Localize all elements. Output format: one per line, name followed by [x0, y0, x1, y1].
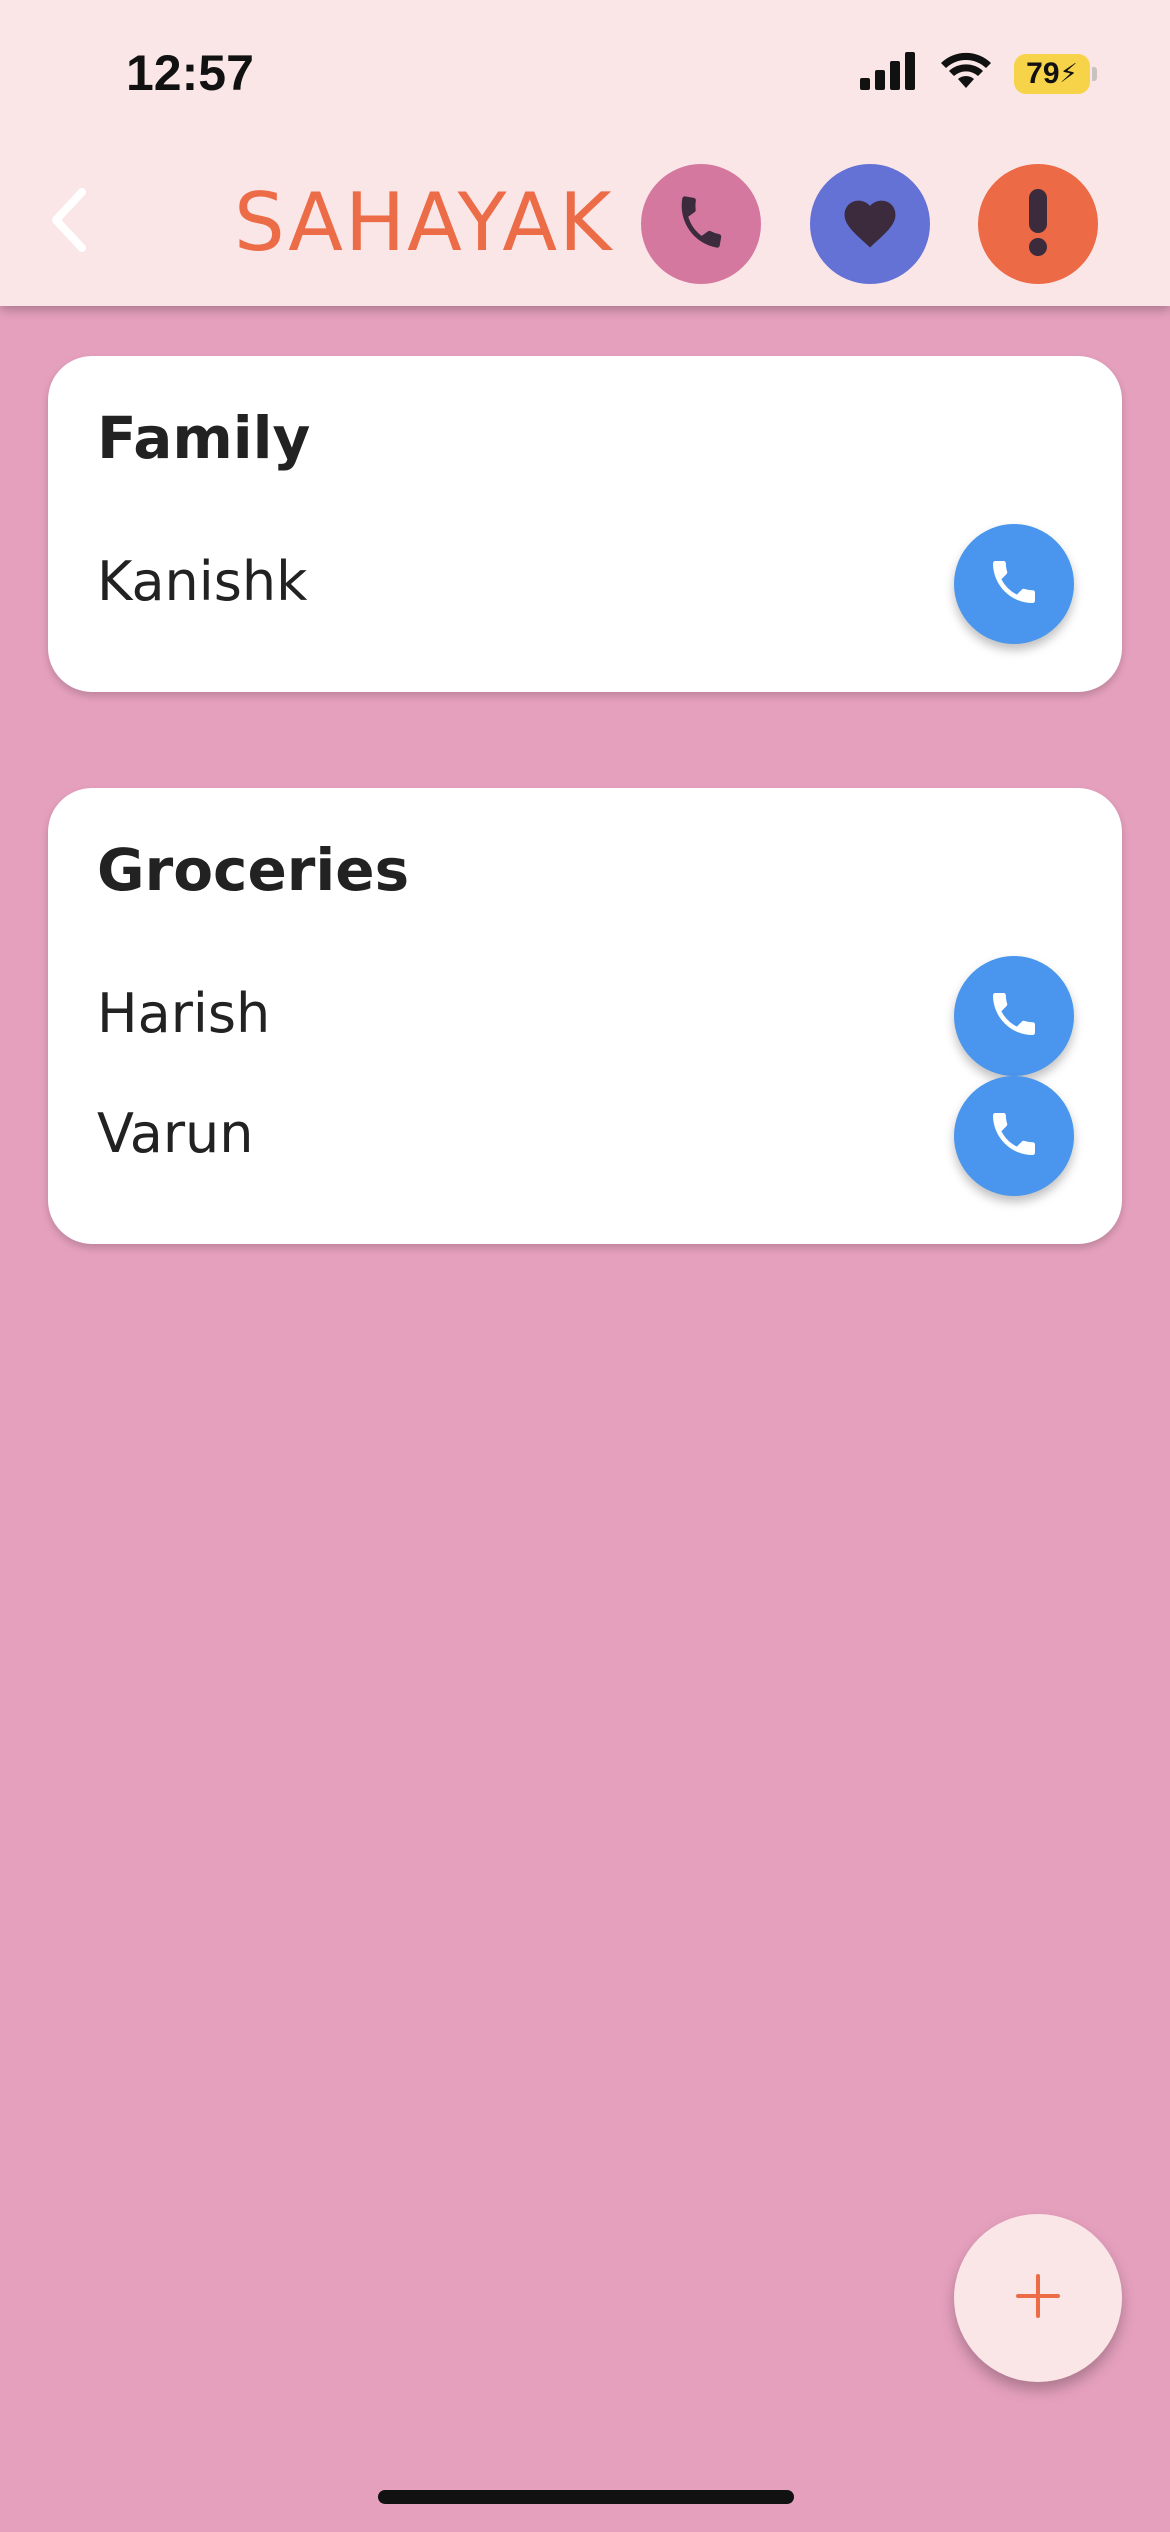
phone-icon: [986, 986, 1042, 1047]
home-indicator: [378, 2490, 794, 2504]
call-button-kanishk[interactable]: [954, 524, 1074, 644]
phone-icon: [986, 1106, 1042, 1167]
cellular-signal-icon: [860, 52, 918, 95]
chevron-left-icon: [48, 187, 88, 257]
group-card-family: Family Kanishk: [48, 356, 1122, 692]
phone-icon: [986, 554, 1042, 615]
charging-bolt-icon: ⚡: [1059, 58, 1078, 88]
contact-name: Varun: [97, 1102, 254, 1165]
group-card-groceries: Groceries Harish Varun: [48, 788, 1122, 1244]
phone-icon: [671, 192, 731, 257]
battery-indicator: 79 ⚡: [1014, 53, 1097, 94]
plus-icon: [1014, 2272, 1062, 2325]
add-contact-button[interactable]: [954, 2214, 1122, 2382]
heart-icon: [839, 194, 901, 255]
status-icons: 79 ⚡: [860, 52, 1097, 95]
emergency-alert-button[interactable]: [978, 164, 1098, 284]
wifi-icon: [940, 52, 992, 95]
call-button-varun[interactable]: [954, 1076, 1074, 1196]
health-button[interactable]: [810, 164, 930, 284]
call-button-harish[interactable]: [954, 956, 1074, 1076]
group-title: Groceries: [97, 836, 410, 904]
quick-call-button[interactable]: [641, 164, 761, 284]
group-title: Family: [97, 404, 311, 472]
battery-level: 79: [1026, 56, 1060, 90]
contact-name: Harish: [97, 982, 271, 1045]
app-title: SAHAYAK: [234, 176, 614, 269]
contact-name: Kanishk: [97, 550, 308, 613]
exclamation-icon: [1023, 187, 1053, 262]
back-button[interactable]: [40, 182, 96, 262]
status-time: 12:57: [126, 45, 254, 101]
top-bar: 12:57 79 ⚡ SAHAYAK: [0, 0, 1170, 306]
